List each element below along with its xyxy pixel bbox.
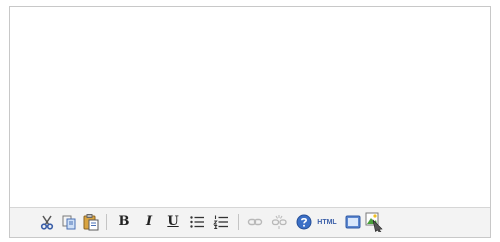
rich-text-editor: B I U HTML — [9, 6, 491, 238]
unlink-icon — [271, 215, 287, 229]
underline-button[interactable]: U — [164, 213, 182, 231]
paste-button[interactable] — [82, 213, 100, 231]
numbered-list-button[interactable] — [212, 213, 230, 231]
html-source-icon: HTML — [317, 218, 337, 226]
copy-button[interactable] — [60, 213, 78, 231]
bullet-list-button[interactable] — [188, 213, 206, 231]
numbered-list-icon — [213, 215, 228, 229]
bullet-list-icon — [190, 216, 204, 228]
html-source-button[interactable]: HTML — [316, 213, 338, 231]
italic-button[interactable]: I — [140, 213, 158, 231]
editor-content-area[interactable] — [10, 7, 490, 207]
underline-icon: U — [167, 214, 179, 229]
toolbar-separator — [238, 214, 239, 230]
bold-button[interactable]: B — [115, 213, 133, 231]
italic-icon: I — [145, 214, 153, 229]
paste-icon — [83, 214, 99, 231]
copy-icon — [62, 215, 76, 230]
help-button[interactable] — [295, 213, 313, 231]
toolbar-separator — [106, 214, 107, 230]
fullscreen-button[interactable] — [344, 213, 362, 231]
link-icon — [247, 218, 263, 226]
cut-icon — [40, 215, 54, 230]
editor-toolbar: B I U HTML — [10, 207, 490, 237]
bold-icon: B — [118, 214, 130, 229]
fullscreen-icon — [345, 215, 361, 229]
help-icon — [296, 214, 312, 230]
cut-button[interactable] — [38, 213, 56, 231]
unlink-button[interactable] — [270, 213, 288, 231]
insert-image-icon — [365, 212, 383, 232]
link-button[interactable] — [246, 213, 264, 231]
insert-image-button[interactable] — [365, 212, 385, 232]
